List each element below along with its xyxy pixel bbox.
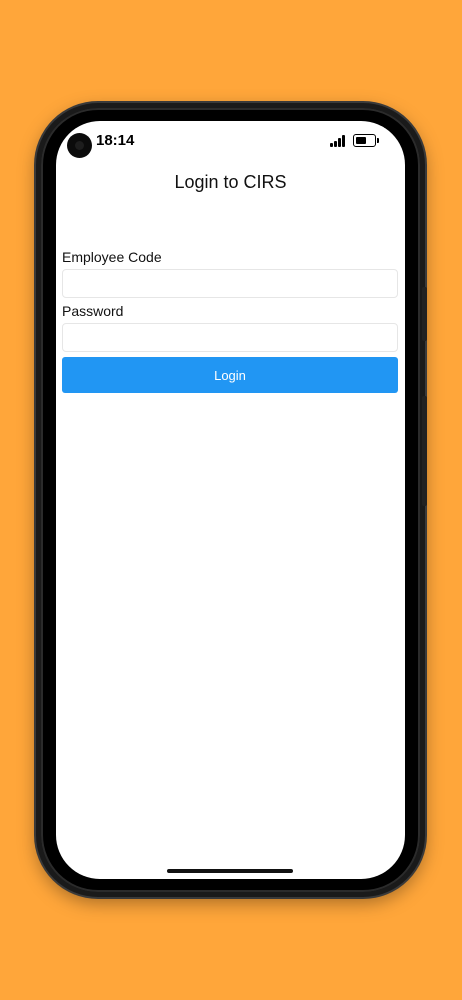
- login-button[interactable]: Login: [62, 357, 398, 393]
- volume-button: [422, 396, 427, 506]
- page-title: Login to CIRS: [174, 172, 287, 192]
- power-button: [422, 287, 427, 341]
- employee-code-label: Employee Code: [62, 249, 162, 265]
- status-time: 18:14: [96, 132, 135, 149]
- battery-icon: [353, 134, 379, 147]
- employee-code-input[interactable]: [62, 269, 398, 298]
- password-input[interactable]: [62, 323, 398, 352]
- camera-icon: [67, 133, 92, 158]
- phone-screen: 18:14 Login to CIRS Employee Code Passwo…: [56, 121, 405, 879]
- home-indicator[interactable]: [167, 869, 293, 873]
- signal-icon: [330, 135, 348, 147]
- password-label: Password: [62, 303, 124, 319]
